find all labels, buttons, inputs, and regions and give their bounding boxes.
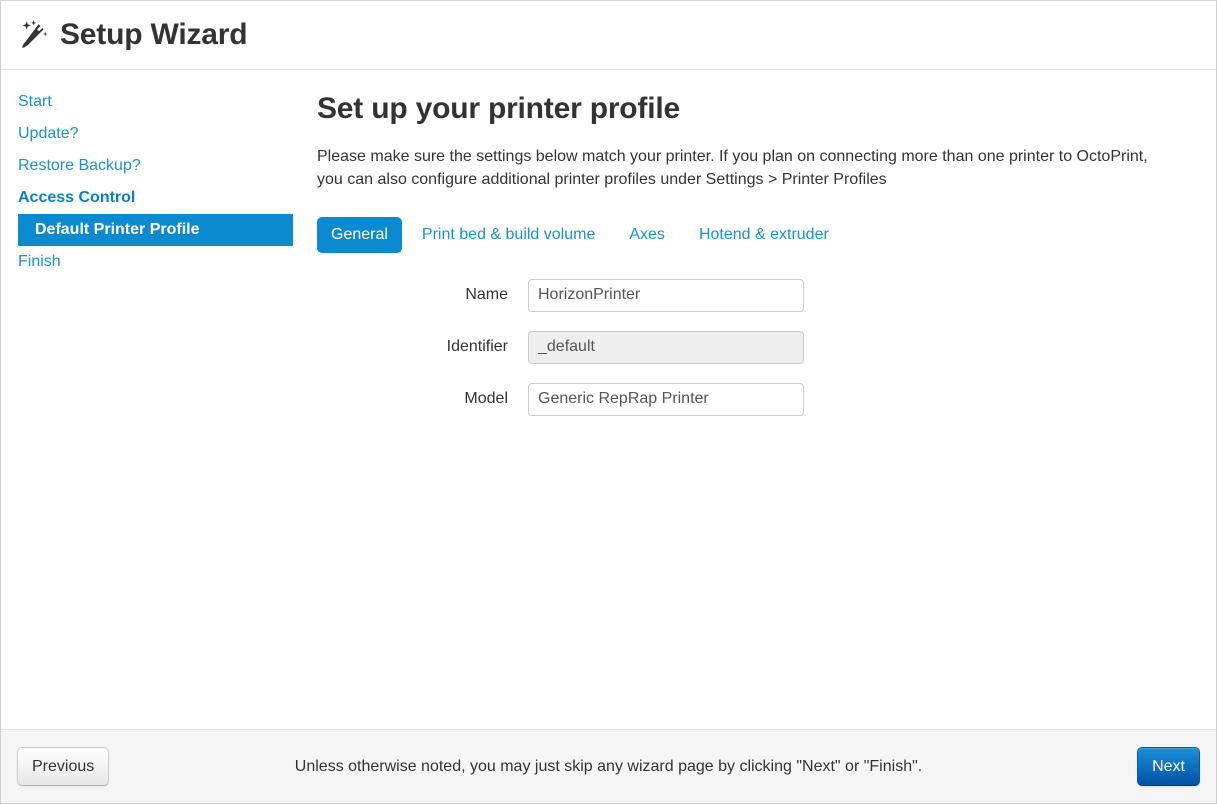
sidebar-item-start[interactable]: Start	[1, 86, 293, 118]
sidebar-item-restore-backup[interactable]: Restore Backup?	[1, 150, 293, 182]
tab-general[interactable]: General	[317, 217, 402, 253]
tab-axes[interactable]: Axes	[615, 217, 679, 253]
form-row-model: Model	[317, 383, 1176, 416]
wizard-body: Start Update? Restore Backup? Access Con…	[1, 70, 1216, 729]
content-description: Please make sure the settings below matc…	[317, 145, 1162, 191]
wizard-header: Setup Wizard	[1, 1, 1216, 70]
model-label: Model	[317, 390, 528, 408]
name-label: Name	[317, 286, 528, 304]
wizard-content: Set up your printer profile Please make …	[293, 70, 1216, 435]
identifier-label: Identifier	[317, 338, 528, 356]
footer-note: Unless otherwise noted, you may just ski…	[1, 758, 1216, 776]
wizard-footer: Previous Unless otherwise noted, you may…	[1, 729, 1216, 803]
printer-profile-tabs: General Print bed & build volume Axes Ho…	[317, 217, 1176, 253]
sidebar-item-update[interactable]: Update?	[1, 118, 293, 150]
tab-print-bed-build-volume[interactable]: Print bed & build volume	[408, 217, 609, 253]
page-title: Setup Wizard	[60, 20, 247, 50]
name-input[interactable]	[528, 279, 804, 312]
previous-button[interactable]: Previous	[17, 747, 109, 787]
magic-wand-icon	[17, 19, 51, 53]
form-row-name: Name	[317, 279, 1176, 312]
tab-hotend-extruder[interactable]: Hotend & extruder	[685, 217, 843, 253]
content-title: Set up your printer profile	[317, 92, 1176, 125]
sidebar-nav-list: Start Update? Restore Backup? Access Con…	[1, 86, 293, 278]
sidebar-item-finish[interactable]: Finish	[1, 246, 293, 278]
next-button[interactable]: Next	[1137, 747, 1200, 787]
printer-profile-form: Name Identifier Model	[317, 279, 1176, 416]
wizard-sidebar: Start Update? Restore Backup? Access Con…	[1, 70, 293, 278]
model-input[interactable]	[528, 383, 804, 416]
identifier-input	[528, 331, 804, 364]
setup-wizard-window: Setup Wizard Start Update? Restore Backu…	[0, 0, 1217, 804]
sidebar-item-default-printer-profile[interactable]: Default Printer Profile	[18, 214, 293, 246]
sidebar-item-access-control[interactable]: Access Control	[1, 182, 293, 214]
form-row-identifier: Identifier	[317, 331, 1176, 364]
